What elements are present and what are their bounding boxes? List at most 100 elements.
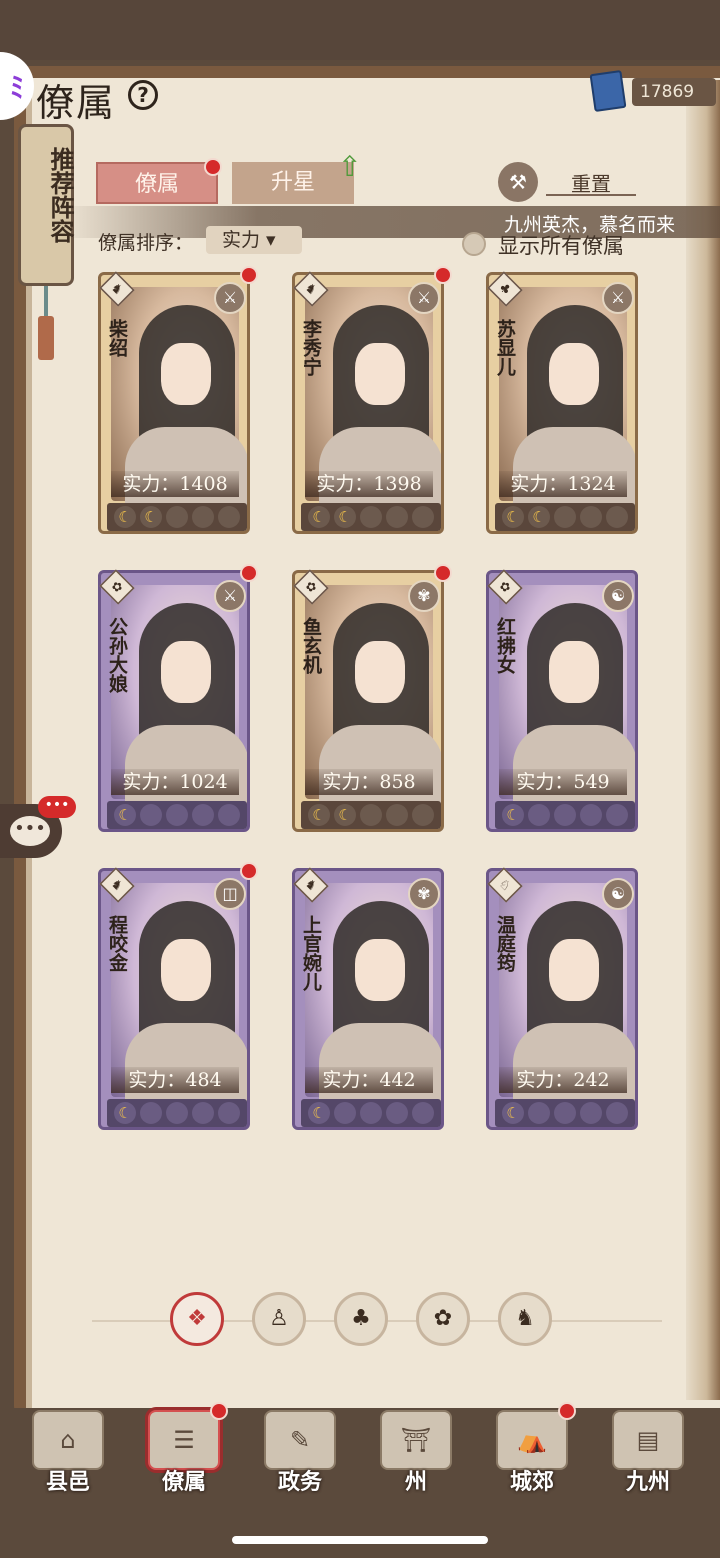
filter-button[interactable]: ❖ xyxy=(170,1292,224,1346)
home-indicator xyxy=(232,1536,488,1544)
moon-star-empty-icon xyxy=(360,1102,382,1124)
retainer-card[interactable]: 苏显儿 实力：1324 ☾ ☾ ♣ ⚔ xyxy=(486,271,638,534)
moon-star-empty-icon xyxy=(192,506,214,528)
moon-star-empty-icon xyxy=(528,804,550,826)
filter-button[interactable]: ♙ xyxy=(252,1292,306,1346)
nav-icon: ⛺ xyxy=(496,1410,568,1470)
star-row: ☾ xyxy=(107,801,247,829)
currency-display[interactable]: 17869 xyxy=(589,69,720,113)
sort-label: 僚属排序： xyxy=(98,232,194,254)
retainer-name: 程咬金 xyxy=(106,915,128,972)
retainer-card[interactable]: 上官婉儿 实力：442 ☾ ♞ ✾ xyxy=(292,867,444,1130)
nav-label: 城郊 xyxy=(509,1469,554,1495)
retainer-name: 李秀宁 xyxy=(300,319,322,376)
nav-label: 九州 xyxy=(625,1469,670,1495)
filter-button[interactable]: ♞ xyxy=(498,1292,552,1346)
retainer-name: 鱼玄机 xyxy=(300,617,322,674)
retainer-power: 实力：1408 xyxy=(111,471,239,497)
tab-retainers[interactable]: 僚属 xyxy=(96,162,218,204)
moon-star-empty-icon xyxy=(192,804,214,826)
reset-button[interactable]: 重置 xyxy=(546,168,636,196)
retainer-name: 柴绍 xyxy=(106,319,128,357)
nav-label: 州 xyxy=(404,1469,427,1495)
moon-star-empty-icon xyxy=(554,804,576,826)
moon-star-empty-icon xyxy=(606,506,628,528)
tassel-decoration xyxy=(36,286,56,360)
moon-star-filled-icon: ☾ xyxy=(334,804,356,826)
retainer-card[interactable]: 红拂女 实力：549 ☾ ✿ ☯ xyxy=(486,569,638,832)
nav-label: 县邑 xyxy=(45,1469,90,1495)
moon-star-filled-icon: ☾ xyxy=(502,804,524,826)
retainer-name: 温庭筠 xyxy=(494,915,516,972)
chat-button[interactable]: ••• ••• xyxy=(0,796,76,858)
show-all-label: 显示所有僚属 xyxy=(498,234,624,258)
help-icon[interactable]: ? xyxy=(128,80,158,110)
tab-star-up[interactable]: 升星 xyxy=(232,162,354,204)
retainer-power: 实力：1398 xyxy=(305,471,433,497)
portrait-robe xyxy=(513,1023,635,1109)
moon-star-filled-icon: ☾ xyxy=(114,1102,136,1124)
moon-star-filled-icon: ☾ xyxy=(334,506,356,528)
retainer-card[interactable]: 温庭筠 实力：242 ☾ ♘ ☯ xyxy=(486,867,638,1130)
nav-item[interactable]: ▤ 九州 xyxy=(598,1408,698,1498)
moon-star-empty-icon xyxy=(192,1102,214,1124)
moon-star-filled-icon: ☾ xyxy=(308,804,330,826)
retainer-card[interactable]: 柴绍 实力：1408 ☾ ☾ ♞ ⚔ xyxy=(98,266,258,534)
nav-item[interactable]: ⌂ 县邑 xyxy=(18,1408,118,1498)
portrait-robe xyxy=(319,427,441,513)
portrait-robe xyxy=(125,725,247,811)
retainer-card[interactable]: 程咬金 实力：484 ☾ ♞ ◫ xyxy=(98,862,258,1130)
portrait-face xyxy=(161,343,211,405)
status-bar xyxy=(0,0,720,60)
notification-dot xyxy=(240,266,258,284)
moon-star-empty-icon xyxy=(218,506,240,528)
nav-item[interactable]: ☰ 僚属 xyxy=(134,1402,234,1498)
moon-star-filled-icon: ☾ xyxy=(308,506,330,528)
moon-star-empty-icon xyxy=(580,506,602,528)
tab-retainers-badge xyxy=(204,158,222,176)
star-row: ☾ ☾ xyxy=(301,503,441,531)
sort-dropdown[interactable]: 实力 ▾ xyxy=(206,226,302,254)
nav-item[interactable]: ⛩ 州 xyxy=(366,1408,466,1498)
retainer-name: 公孙大娘 xyxy=(106,617,128,693)
retainer-card[interactable]: 公孙大娘 实力：1024 ☾ ✿ ⚔ xyxy=(98,564,258,832)
show-all-checkbox[interactable] xyxy=(462,232,486,256)
moon-star-empty-icon xyxy=(580,1102,602,1124)
retainer-name: 上官婉儿 xyxy=(300,915,322,991)
reset-icon[interactable]: ⚒ xyxy=(498,162,538,202)
retainer-card[interactable]: 鱼玄机 实力：858 ☾ ☾ ✿ ✾ xyxy=(292,564,452,832)
recommend-lineup-button[interactable]: 推荐阵容 xyxy=(18,124,75,286)
currency-value: 17869 xyxy=(632,78,716,106)
skill-icon: ✾ xyxy=(408,878,440,910)
moon-star-empty-icon xyxy=(218,1102,240,1124)
skill-icon: ⚔ xyxy=(602,282,634,314)
retainer-name: 红拂女 xyxy=(494,617,516,674)
nav-badge xyxy=(210,1402,228,1420)
skill-icon: ☯ xyxy=(602,580,634,612)
portrait-robe xyxy=(513,427,635,513)
moon-star-empty-icon xyxy=(166,1102,188,1124)
notification-dot xyxy=(240,564,258,582)
moon-star-empty-icon xyxy=(386,1102,408,1124)
retainer-card[interactable]: 李秀宁 实力：1398 ☾ ☾ ♞ ⚔ xyxy=(292,266,452,534)
nav-label: 僚属 xyxy=(161,1469,206,1495)
nav-label: 政务 xyxy=(277,1469,322,1495)
portrait-face xyxy=(355,939,405,1001)
moon-star-empty-icon xyxy=(554,506,576,528)
moon-star-empty-icon xyxy=(412,804,434,826)
retainer-power: 实力：1324 xyxy=(499,471,627,497)
portrait-robe xyxy=(513,725,635,811)
moon-star-empty-icon xyxy=(334,1102,356,1124)
notification-dot xyxy=(434,266,452,284)
retainer-power: 实力：549 xyxy=(499,769,627,795)
filter-button[interactable]: ♣ xyxy=(334,1292,388,1346)
retainer-power: 实力：858 xyxy=(305,769,433,795)
portrait-face xyxy=(355,343,405,405)
nav-item[interactable]: ⛺ 城郊 xyxy=(482,1402,582,1498)
filter-button[interactable]: ✿ xyxy=(416,1292,470,1346)
star-row: ☾ ☾ xyxy=(301,801,441,829)
portrait-face xyxy=(161,939,211,1001)
moon-star-empty-icon xyxy=(580,804,602,826)
skill-icon: ⚔ xyxy=(408,282,440,314)
nav-item[interactable]: ✎ 政务 xyxy=(250,1408,350,1498)
